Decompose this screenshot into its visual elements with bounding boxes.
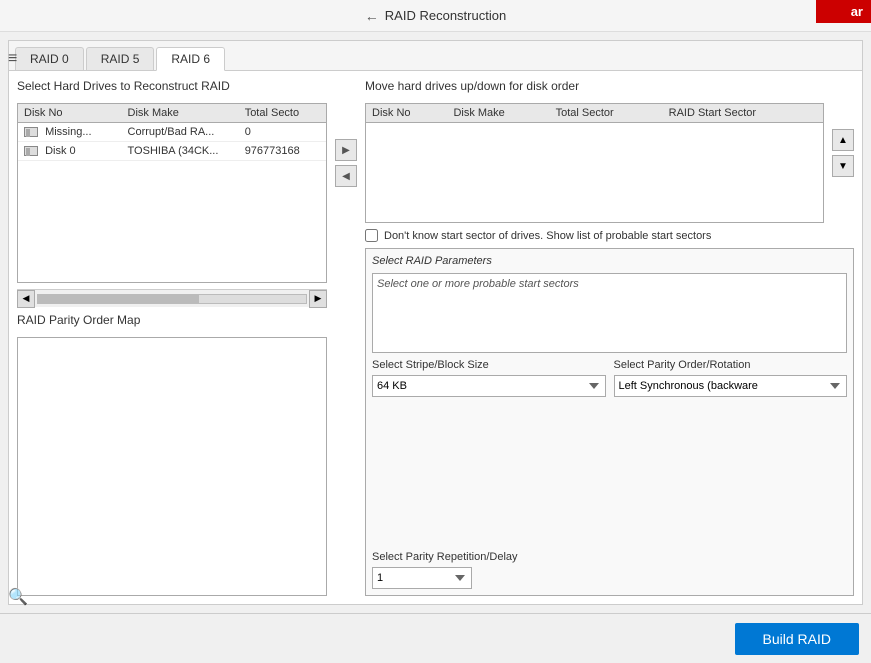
- tab-raid0[interactable]: RAID 0: [15, 47, 84, 70]
- raid-params-title: Select RAID Parameters: [372, 255, 847, 267]
- order-col-total-sector: Total Sector: [550, 104, 663, 123]
- select-drives-label: Select Hard Drives to Reconstruct RAID: [17, 79, 327, 93]
- probable-sectors-box: Select one or more probable start sector…: [372, 273, 847, 353]
- horizontal-scrollbar[interactable]: ◀ ▶: [17, 289, 327, 307]
- brand-text: ■■■: [824, 4, 851, 19]
- disk-order-table: Disk No Disk Make Total Sector RAID Star…: [365, 103, 824, 223]
- stripe-block-select[interactable]: 64 KB 128 KB 256 KB 512 KB 1 MB: [372, 375, 606, 397]
- right-panel: Move hard drives up/down for disk order …: [365, 79, 854, 596]
- col-disk-no: Disk No: [18, 104, 122, 123]
- move-drives-label: Move hard drives up/down for disk order: [365, 79, 854, 93]
- param-row-1: Select Stripe/Block Size 64 KB 128 KB 25…: [372, 359, 847, 397]
- move-left-button[interactable]: ◀: [335, 165, 357, 187]
- order-col-disk-make: Disk Make: [447, 104, 549, 123]
- content-area: Select Hard Drives to Reconstruct RAID D…: [9, 71, 862, 604]
- parity-order-select[interactable]: Left Synchronous (backware Left Synchron…: [614, 375, 848, 397]
- table-row[interactable]: Disk 0 TOSHIBA (34CK... 976773168: [18, 142, 326, 161]
- parity-map-area: [17, 337, 327, 596]
- probable-sectors-checkbox[interactable]: [365, 229, 378, 242]
- stellar-brand: ■■■ ar: [816, 0, 871, 23]
- move-up-button[interactable]: ▲: [832, 129, 854, 151]
- stripe-block-label: Select Stripe/Block Size: [372, 359, 606, 371]
- up-down-buttons: ▲ ▼: [832, 103, 854, 223]
- tab-raid5[interactable]: RAID 5: [86, 47, 155, 70]
- back-icon[interactable]: ←: [365, 8, 379, 24]
- brand-label: ar: [851, 4, 863, 19]
- disk-icon: [24, 146, 38, 156]
- bottom-bar: Build RAID: [0, 613, 871, 663]
- disk-no-cell: Missing...: [45, 126, 91, 138]
- scrollbar-track[interactable]: [37, 294, 307, 304]
- order-col-raid-start: RAID Start Sector: [663, 104, 823, 123]
- total-sector-cell: 0: [239, 123, 326, 142]
- parity-map-label: RAID Parity Order Map: [17, 313, 327, 327]
- dialog-title: RAID Reconstruction: [385, 8, 506, 23]
- move-down-button[interactable]: ▼: [832, 155, 854, 177]
- main-container: RAID 0 RAID 5 RAID 6 Select Hard Drives …: [8, 40, 863, 605]
- probable-sectors-label[interactable]: Don't know start sector of drives. Show …: [384, 230, 711, 242]
- disk-make-cell: Corrupt/Bad RA...: [122, 123, 239, 142]
- disk-no-cell: Disk 0: [45, 145, 76, 157]
- disk-icon: [24, 127, 38, 137]
- middle-arrows: ▶ ◀: [335, 79, 357, 596]
- left-panel: Select Hard Drives to Reconstruct RAID D…: [17, 79, 327, 596]
- disk-table: Disk No Disk Make Total Secto Missing...…: [17, 103, 327, 283]
- parity-rep-row: Select Parity Repetition/Delay 1 2 3 4: [372, 551, 847, 589]
- right-top-section: Disk No Disk Make Total Sector RAID Star…: [365, 103, 854, 223]
- parity-order-group: Select Parity Order/Rotation Left Synchr…: [614, 359, 848, 397]
- col-total-sector: Total Secto: [239, 104, 326, 123]
- title-bar: ← RAID Reconstruction ✕: [0, 0, 871, 32]
- total-sector-cell: 976773168: [239, 142, 326, 161]
- raid-params-panel: Select RAID Parameters Select one or mor…: [365, 248, 854, 596]
- menu-icon[interactable]: ≡: [8, 50, 17, 68]
- parity-rep-select[interactable]: 1 2 3 4: [372, 567, 472, 589]
- disk-make-cell: TOSHIBA (34CK...: [122, 142, 239, 161]
- tab-raid6[interactable]: RAID 6: [156, 47, 225, 71]
- scroll-right-btn[interactable]: ▶: [309, 290, 327, 308]
- parity-order-label: Select Parity Order/Rotation: [614, 359, 848, 371]
- scroll-left-btn[interactable]: ◀: [17, 290, 35, 308]
- move-right-button[interactable]: ▶: [335, 139, 357, 161]
- col-disk-make: Disk Make: [122, 104, 239, 123]
- search-icon[interactable]: 🔍: [8, 587, 28, 607]
- table-row[interactable]: Missing... Corrupt/Bad RA... 0: [18, 123, 326, 142]
- checkbox-row: Don't know start sector of drives. Show …: [365, 229, 854, 242]
- parity-rep-label: Select Parity Repetition/Delay: [372, 551, 847, 563]
- title-bar-content: ← RAID Reconstruction: [32, 8, 839, 24]
- stripe-block-group: Select Stripe/Block Size 64 KB 128 KB 25…: [372, 359, 606, 397]
- tab-bar: RAID 0 RAID 5 RAID 6: [9, 41, 862, 71]
- build-raid-button[interactable]: Build RAID: [735, 623, 859, 655]
- order-col-disk-no: Disk No: [366, 104, 447, 123]
